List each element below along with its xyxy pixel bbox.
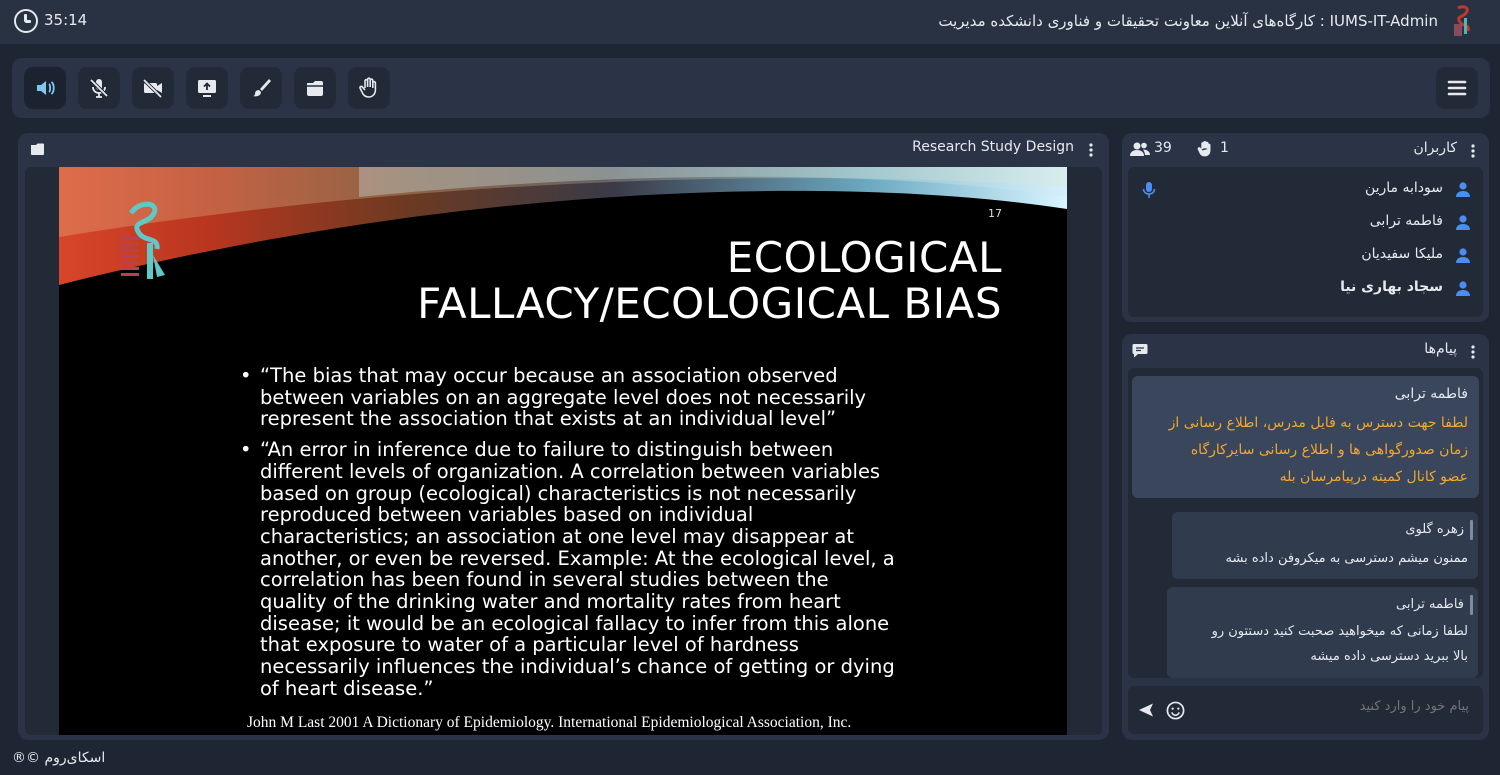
message-line: بالا ببرید دسترسی داده میشه: [1310, 649, 1468, 664]
university-logo-icon: [121, 201, 165, 279]
chat-input[interactable]: [1249, 699, 1469, 714]
more-options-icon[interactable]: [1089, 143, 1093, 157]
slide-number: 17: [988, 207, 1002, 220]
user-list-item[interactable]: سجاد بهاری نیا: [1128, 272, 1483, 305]
slide-heading-line: FALLACY/ECOLOGICAL BIAS: [417, 279, 1002, 328]
slide-bullet: “The bias that may occur because an asso…: [237, 365, 897, 430]
message-line: لطفا زمانی که میخواهید صحبت کنید دستتون …: [1211, 624, 1468, 639]
raised-hand-count: 1: [1220, 140, 1229, 156]
chat-message: فاطمه ترابی لطفا جهت دسترس به فایل مدرس،…: [1132, 376, 1479, 498]
screen-share-icon: [198, 80, 216, 97]
message-line: لطفا جهت دسترس به فایل مدرس، اطلاع رسانی…: [1168, 415, 1468, 431]
raise-hand-button[interactable]: [348, 67, 390, 109]
user-icon: [1456, 281, 1470, 296]
more-options-icon[interactable]: [1471, 144, 1475, 158]
user-list-item[interactable]: فاطمه ترابی: [1128, 206, 1483, 239]
presentation-panel: Research Study Design 17 ECOLOGICAL FALL…: [18, 133, 1109, 740]
slide-viewer: 17 ECOLOGICAL FALLACY/ECOLOGICAL BIAS “T…: [25, 167, 1102, 735]
chat-message: فاطمه ترابی لطفا زمانی که میخواهید صحبت …: [1167, 587, 1478, 678]
user-name: فاطمه ترابی: [1369, 213, 1443, 229]
user-name: سودابه مارین: [1364, 180, 1443, 196]
folder-icon[interactable]: [30, 142, 45, 156]
slide-heading-line: ECOLOGICAL: [726, 233, 1002, 282]
message-line: ممنون میشم دسترسی به میکروفن داده بشه: [1225, 551, 1469, 566]
chat-message: زهره گلوی ممنون میشم دسترسی به میکروفن د…: [1172, 512, 1478, 579]
mute-mic-button[interactable]: [78, 67, 120, 109]
message-line: عضو کانال کمیته درپیامرسان بله: [1279, 469, 1468, 485]
video-off-icon: [142, 78, 163, 99]
user-icon: [1456, 182, 1470, 197]
send-icon[interactable]: [1138, 702, 1154, 718]
screen-share-button[interactable]: [186, 67, 228, 109]
user-icon: [1456, 248, 1470, 263]
presentation-title: Research Study Design: [912, 139, 1074, 155]
message-author: زهره گلوی: [1405, 520, 1473, 540]
slide-heading: ECOLOGICAL FALLACY/ECOLOGICAL BIAS: [302, 235, 1002, 327]
files-button[interactable]: [294, 67, 336, 109]
message-author: فاطمه ترابی: [1394, 386, 1468, 402]
mic-icon: [1142, 182, 1156, 198]
slide: 17 ECOLOGICAL FALLACY/ECOLOGICAL BIAS “T…: [59, 167, 1067, 735]
session-timer: 35:14: [44, 11, 88, 29]
raised-hand-icon: [1197, 140, 1211, 157]
user-list-item[interactable]: سودابه مارین: [1128, 173, 1483, 206]
slide-citation: John M Last 2001 A Dictionary of Epidemi…: [247, 714, 852, 731]
user-list-item[interactable]: ملیکا سفیدیان: [1128, 239, 1483, 272]
emoji-icon[interactable]: [1166, 701, 1185, 720]
user-icon: [1456, 215, 1470, 230]
brush-icon: [253, 79, 271, 97]
slide-bullets: “The bias that may occur because an asso…: [237, 365, 897, 709]
more-options-icon[interactable]: [1471, 345, 1475, 359]
chat-bubble-icon: [1132, 344, 1148, 358]
users-panel-title: کاربران: [1413, 140, 1457, 156]
top-bar: 35:14 IUMS-IT-Admin : کارگاه‌های آنلاین …: [0, 0, 1500, 44]
app-logo-icon: [1454, 5, 1470, 36]
message-line: زمان صدورگواهی ها و اطلاع رسانی سایرکارگ…: [1190, 442, 1468, 458]
footer-brand: اسکای‌روم ©®: [12, 750, 106, 766]
mic-off-icon: [89, 78, 109, 98]
slide-bullet: “An error in inference due to failure to…: [237, 439, 897, 699]
users-icon: [1130, 142, 1150, 156]
user-name: سجاد بهاری نیا: [1340, 279, 1443, 295]
main-menu-button[interactable]: [1436, 67, 1478, 109]
chat-messages: فاطمه ترابی لطفا جهت دسترس به فایل مدرس،…: [1128, 368, 1483, 678]
hamburger-menu-icon: [1447, 80, 1467, 96]
users-panel: 39 1 کاربران سودابه مارین فاطمه ترابی مل…: [1122, 133, 1489, 322]
user-name: ملیکا سفیدیان: [1361, 246, 1443, 262]
chat-input-area: [1128, 686, 1483, 734]
users-list: سودابه مارین فاطمه ترابی ملیکا سفیدیان س…: [1128, 167, 1483, 317]
message-text: لطفا جهت دسترس به فایل مدرس، اطلاع رسانی…: [1136, 410, 1468, 491]
whiteboard-button[interactable]: [240, 67, 282, 109]
chat-panel: پیام‌ها فاطمه ترابی لطفا جهت دسترس به فا…: [1122, 334, 1489, 740]
message-author: فاطمه ترابی: [1396, 595, 1473, 615]
clock-icon: [14, 9, 38, 33]
speaker-button[interactable]: [24, 67, 66, 109]
camera-off-button[interactable]: [132, 67, 174, 109]
chat-panel-title: پیام‌ها: [1424, 341, 1457, 357]
room-title: IUMS-IT-Admin : کارگاه‌های آنلاین معاونت…: [938, 12, 1438, 30]
toolbar: [12, 58, 1490, 118]
hand-icon: [359, 77, 377, 98]
user-count: 39: [1154, 140, 1172, 156]
speaker-icon: [37, 81, 55, 95]
folder-icon: [307, 81, 323, 96]
